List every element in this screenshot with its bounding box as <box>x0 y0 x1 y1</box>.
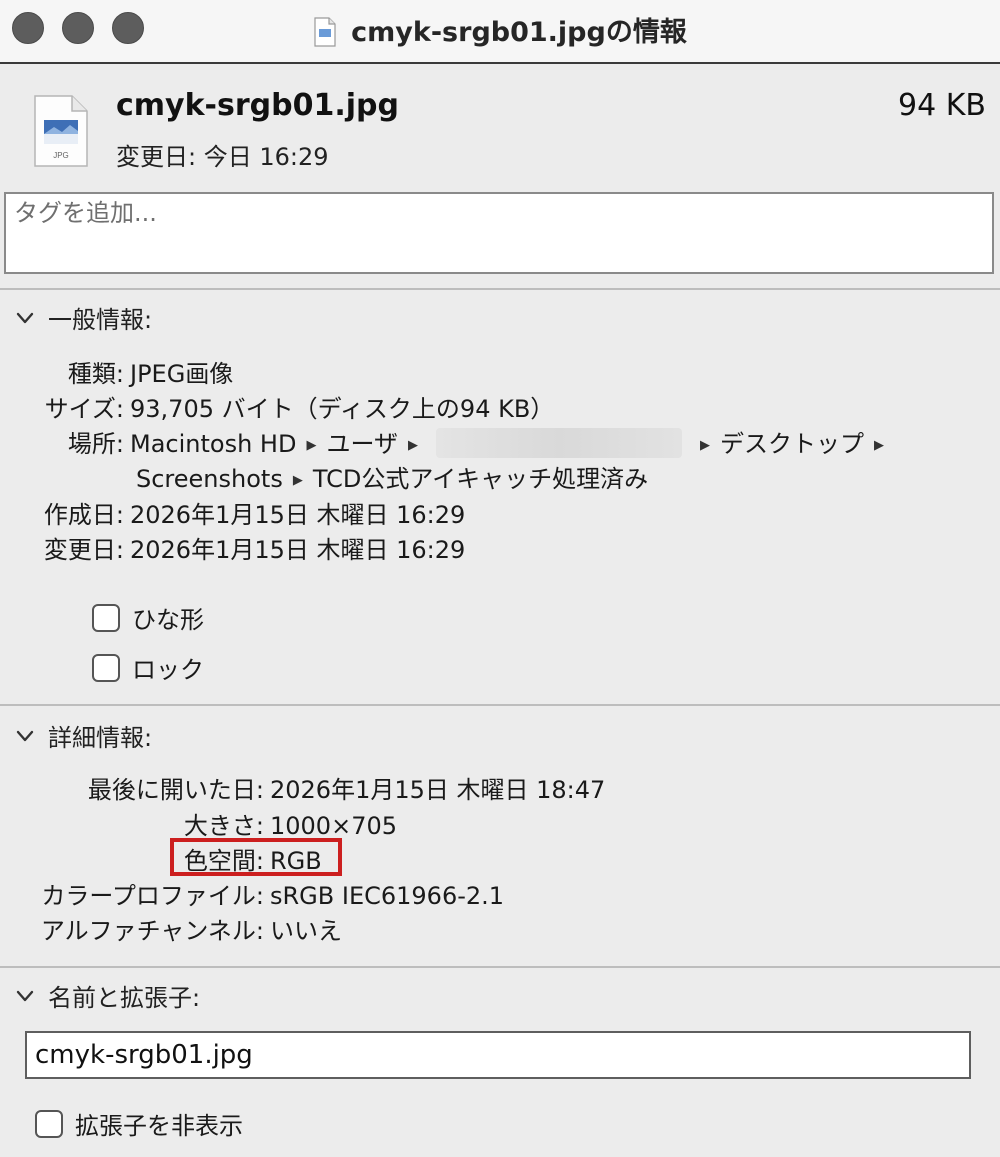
path-segment-folder: TCD公式アイキャッチ処理済み <box>312 465 649 493</box>
hide-extension-label: 拡張子を非表示 <box>75 1112 243 1140</box>
name-ext-section-title: 名前と拡張子: <box>48 984 201 1012</box>
last-opened-row: 最後に開いた日: 2026年1月15日 木曜日 18:47 <box>10 770 605 805</box>
divider <box>0 966 1000 968</box>
size-row: サイズ: 93,705 バイト（ディスク上の94 KB） <box>10 389 555 424</box>
last-opened-label: 最後に開いた日: <box>87 776 264 804</box>
created-row: 作成日: 2026年1月15日 木曜日 16:29 <box>10 495 465 530</box>
locked-label: ロック <box>132 656 204 684</box>
modified-row: 変更日: 2026年1月15日 木曜日 16:29 <box>10 530 465 565</box>
size-label: サイズ: <box>44 395 124 423</box>
stationery-checkbox[interactable]: ひな形 <box>92 600 204 635</box>
where-row: 場所: Macintosh HD ▶ ユーザ ▶ ▶ デスクトップ ▶ <box>10 424 894 459</box>
alpha-channel-row: アルファチャンネル: いいえ <box>10 911 342 946</box>
window-title-text: cmyk-srgb01.jpgの情報 <box>351 17 687 48</box>
last-opened-value: 2026年1月15日 木曜日 18:47 <box>270 776 606 804</box>
modified-label: 変更日: <box>43 536 124 564</box>
path-arrow-icon: ▶ <box>306 438 317 453</box>
created-value: 2026年1月15日 木曜日 16:29 <box>130 501 466 529</box>
where-label: 場所: <box>67 430 124 458</box>
tags-field-container <box>4 192 994 274</box>
kind-value: JPEG画像 <box>130 360 234 388</box>
created-label: 作成日: <box>43 501 124 529</box>
file-modified-text: 変更日: 今日 16:29 <box>116 143 329 171</box>
document-icon <box>314 17 336 47</box>
checkbox-box[interactable] <box>92 653 120 682</box>
path-arrow-icon: ▶ <box>292 473 303 488</box>
path-arrow-icon: ▶ <box>699 438 710 453</box>
kind-row: 種類: JPEG画像 <box>10 354 233 389</box>
path-segment-desktop: デスクトップ <box>719 430 864 458</box>
checkbox-box[interactable] <box>92 603 120 632</box>
path-segment-volume: Macintosh HD <box>130 430 297 458</box>
locked-checkbox[interactable]: ロック <box>92 650 204 685</box>
details-section-title: 詳細情報: <box>48 724 153 752</box>
path-arrow-icon: ▶ <box>407 438 418 453</box>
divider <box>0 288 1000 290</box>
file-size-text: 94 KB <box>898 88 986 123</box>
chevron-down-icon <box>16 312 34 323</box>
name-ext-section-toggle[interactable]: 名前と拡張子: <box>14 978 200 1013</box>
redacted-username <box>435 428 682 458</box>
jpg-file-icon: JPG <box>34 95 88 167</box>
details-section-toggle[interactable]: 詳細情報: <box>14 718 152 753</box>
chevron-down-icon <box>16 990 34 1001</box>
dimensions-label: 大きさ: <box>183 812 264 840</box>
alpha-channel-value: いいえ <box>270 917 342 945</box>
dimensions-value: 1000×705 <box>270 812 397 840</box>
color-profile-label: カラープロファイル: <box>41 882 264 910</box>
tags-input[interactable] <box>6 194 992 272</box>
file-name-field-container <box>25 1031 971 1079</box>
general-section-title: 一般情報: <box>48 306 153 334</box>
chevron-down-icon <box>16 730 34 741</box>
color-profile-row: カラープロファイル: sRGB IEC61966-2.1 <box>10 876 504 911</box>
title-bar: cmyk-srgb01.jpgの情報 <box>0 0 1000 64</box>
hide-extension-checkbox[interactable]: 拡張子を非表示 <box>35 1106 243 1141</box>
file-name-input[interactable] <box>27 1033 969 1077</box>
checkbox-box[interactable] <box>35 1109 63 1138</box>
path-segment-screenshots: Screenshots <box>136 465 283 493</box>
kind-label: 種類: <box>67 360 124 388</box>
alpha-channel-label: アルファチャンネル: <box>40 917 264 945</box>
where-row-continued: Screenshots ▶ TCD公式アイキャッチ処理済み <box>130 459 648 494</box>
divider <box>0 704 1000 706</box>
path-arrow-icon: ▶ <box>873 438 884 453</box>
color-profile-value: sRGB IEC61966-2.1 <box>270 882 505 910</box>
modified-value: 2026年1月15日 木曜日 16:29 <box>130 536 466 564</box>
stationery-label: ひな形 <box>132 606 204 634</box>
file-name-heading: cmyk-srgb01.jpg <box>116 88 399 123</box>
file-icon-label: JPG <box>53 151 69 160</box>
color-space-highlight-box <box>170 838 342 876</box>
window-title: cmyk-srgb01.jpgの情報 <box>0 10 1000 49</box>
path-segment-users: ユーザ <box>326 430 398 458</box>
dimensions-row: 大きさ: 1000×705 <box>10 806 397 841</box>
size-value: 93,705 バイト（ディスク上の94 KB） <box>130 395 555 423</box>
general-section-toggle[interactable]: 一般情報: <box>14 300 152 335</box>
